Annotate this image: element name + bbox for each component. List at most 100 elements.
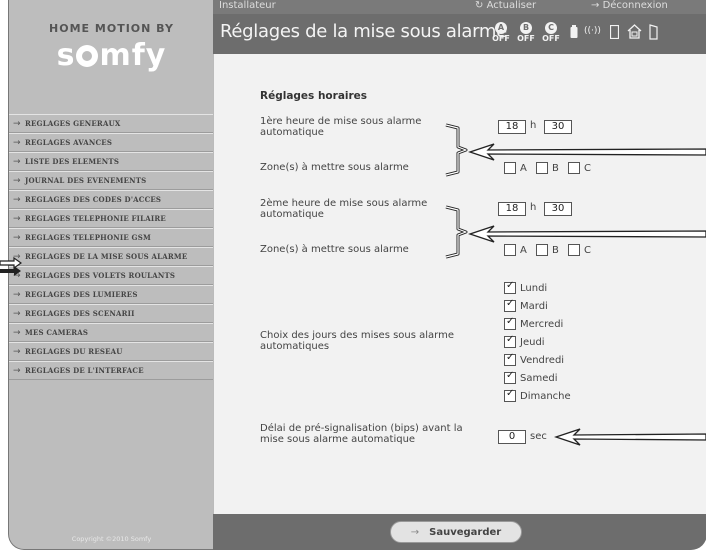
section-title: Réglages horaires xyxy=(260,90,368,102)
arrow-right-icon: → xyxy=(13,156,21,167)
battery-icon xyxy=(570,25,578,38)
zones1-label-c: C xyxy=(584,163,591,174)
user-label: Installateur xyxy=(219,0,276,11)
save-button-label: Sauvegarder xyxy=(429,526,502,538)
sidebar-item-journal-des-evenements[interactable]: → JOURNAL DES EVENEMENTS xyxy=(9,171,214,190)
sidebar-item-label: REGLAGES AVANCES xyxy=(25,138,113,147)
mode-a-state: OFF xyxy=(492,34,510,43)
sidebar-item-label: REGLAGES TELEPHONIE FILAIRE xyxy=(25,214,166,223)
arrow-right-icon: → xyxy=(13,213,21,224)
top-bar: Installateur ↻ Actualiser → Déconnexion xyxy=(213,0,706,14)
sidebar-item-label: REGLAGES DU RESEAU xyxy=(25,347,123,356)
copyright: Copyright ©2010 Somfy xyxy=(71,535,152,543)
sidebar: HOME MOTION BY s mfy → REGLAGES GENERAUX → R… xyxy=(8,0,215,550)
mode-b-status[interactable]: B OFF xyxy=(514,22,538,44)
save-button[interactable]: → Sauvegarder xyxy=(390,521,522,543)
sidebar-item-label: REGLAGES TELEPHONIE GSM xyxy=(25,233,151,242)
refresh-link[interactable]: ↻ Actualiser xyxy=(475,0,536,11)
arrow-right-icon: → xyxy=(13,194,21,205)
mode-c-status[interactable]: C OFF xyxy=(539,22,563,44)
sidebar-item-reglages-de-la-mise-sous-alarme[interactable]: → REGLAGES DE LA MISE SOUS ALARME xyxy=(9,247,214,266)
arrow-right-icon: → xyxy=(13,327,21,338)
hand-pointer-icon xyxy=(0,256,22,276)
time1-hour-input[interactable]: 18 xyxy=(498,120,526,134)
day-checkbox-mardi[interactable] xyxy=(504,298,516,312)
delay-input[interactable]: 0 xyxy=(498,430,526,444)
day-checkbox-lundi[interactable] xyxy=(504,280,516,294)
zones2-label-b: B xyxy=(552,245,559,256)
logout-link[interactable]: → Déconnexion xyxy=(591,0,668,11)
bracket-group-1 xyxy=(445,123,468,177)
zones1-checkbox-a[interactable] xyxy=(504,162,516,174)
day-checkbox-mercredi[interactable] xyxy=(504,316,516,330)
day-label-dimanche: Dimanche xyxy=(520,391,571,402)
zones2-checkbox-c[interactable] xyxy=(568,244,580,256)
home-icon xyxy=(627,24,642,39)
time2-minute-input[interactable]: 30 xyxy=(544,202,572,216)
door-icon xyxy=(649,24,658,40)
brand-tagline: HOME MOTION BY xyxy=(49,22,174,35)
arrow-right-icon: → xyxy=(13,232,21,243)
arrow-right-icon: → xyxy=(13,137,21,148)
day-label-mercredi: Mercredi xyxy=(520,319,564,330)
sidebar-item-label: MES CAMERAS xyxy=(25,328,89,337)
page-title: Réglages de la mise sous alarme xyxy=(220,21,507,42)
sidebar-item-reglages-telephonie-filaire[interactable]: → REGLAGES TELEPHONIE FILAIRE xyxy=(9,209,214,228)
somfy-logo: s mfy xyxy=(56,38,167,73)
zones2-checkbox-a[interactable] xyxy=(504,244,516,256)
arrow-right-icon: → xyxy=(13,289,21,300)
day-checkbox-dimanche[interactable] xyxy=(504,388,516,402)
day-label-lundi: Lundi xyxy=(520,283,548,294)
day-label-samedi: Samedi xyxy=(520,373,558,384)
day-checkbox-samedi[interactable] xyxy=(504,370,516,384)
day-checkbox-jeudi[interactable] xyxy=(504,334,516,348)
day-checkbox-vendredi[interactable] xyxy=(504,352,516,366)
zones2-label: Zone(s) à mettre sous alarme xyxy=(260,244,409,255)
sidebar-item-label: REGLAGES DE LA MISE SOUS ALARME xyxy=(25,252,188,261)
day-label-jeudi: Jeudi xyxy=(520,337,545,348)
zones2-checkbox-b[interactable] xyxy=(536,244,548,256)
sidebar-nav: → REGLAGES GENERAUX → REGLAGES AVANCES → LIST… xyxy=(9,114,214,380)
sidebar-item-label: REGLAGES DE L'INTERFACE xyxy=(25,366,144,375)
arrow-right-icon: → xyxy=(13,175,21,186)
delay-label: Délai de pré-signalisation (bips) avant … xyxy=(260,423,463,445)
sidebar-item-label: JOURNAL DES EVENEMENTS xyxy=(25,176,147,185)
sidebar-item-liste-des-elements[interactable]: → LISTE DES ELEMENTS xyxy=(9,152,214,171)
bracket-group-2 xyxy=(445,205,468,259)
sidebar-item-reglages-des-codes-d-acces[interactable]: → REGLAGES DES CODES D'ACCES xyxy=(9,190,214,209)
title-bar: Réglages de la mise sous alarme A OFF B … xyxy=(213,14,706,54)
day-label-mardi: Mardi xyxy=(520,301,548,312)
time1-minute-input[interactable]: 30 xyxy=(544,120,572,134)
sidebar-item-reglages-de-l-interface[interactable]: → REGLAGES DE L'INTERFACE xyxy=(9,361,214,380)
arrow-right-icon: → xyxy=(13,365,21,376)
main-content: Réglages horaires 1ère heure de mise sou… xyxy=(213,54,706,514)
zones1-checkbox-b[interactable] xyxy=(536,162,548,174)
callout-arrow-2 xyxy=(468,225,706,243)
mode-a-status[interactable]: A OFF xyxy=(489,22,513,44)
zones2-label-a: A xyxy=(520,245,527,256)
sidebar-item-label: REGLAGES GENERAUX xyxy=(25,119,121,128)
mode-b-state: OFF xyxy=(517,34,535,43)
sidebar-item-reglages-des-lumieres[interactable]: → REGLAGES DES LUMIERES xyxy=(9,285,214,304)
sidebar-item-reglages-avances[interactable]: → REGLAGES AVANCES xyxy=(9,133,214,152)
sidebar-item-mes-cameras[interactable]: → MES CAMERAS xyxy=(9,323,214,342)
zones2-label-c: C xyxy=(584,245,591,256)
time2-hour-unit: h xyxy=(530,202,537,213)
zones1-label: Zone(s) à mettre sous alarme xyxy=(260,162,409,173)
time2-hour-input[interactable]: 18 xyxy=(498,202,526,216)
sidebar-item-reglages-generaux[interactable]: → REGLAGES GENERAUX xyxy=(9,114,214,133)
time2-label: 2ème heure de mise sous alarme automatiq… xyxy=(260,198,428,220)
mode-a-letter: A xyxy=(495,22,507,34)
arrow-right-icon: → xyxy=(13,308,21,319)
arrow-right-icon: → xyxy=(13,118,21,129)
sidebar-item-reglages-des-volets-roulants[interactable]: → REGLAGES DES VOLETS ROULANTS xyxy=(9,266,214,285)
sidebar-item-label: REGLAGES DES LUMIERES xyxy=(25,290,138,299)
sidebar-item-reglages-telephonie-gsm[interactable]: → REGLAGES TELEPHONIE GSM xyxy=(9,228,214,247)
arrow-right-icon: → xyxy=(13,346,21,357)
zones1-checkbox-c[interactable] xyxy=(568,162,580,174)
sidebar-item-label: REGLAGES DES CODES D'ACCES xyxy=(25,195,162,204)
zones1-label-a: A xyxy=(520,163,527,174)
sidebar-item-reglages-des-scenarii[interactable]: → REGLAGES DES SCENARII xyxy=(9,304,214,323)
sidebar-item-reglages-du-reseau[interactable]: → REGLAGES DU RESEAU xyxy=(9,342,214,361)
days-label: Choix des jours des mises sous alarme au… xyxy=(260,330,455,352)
